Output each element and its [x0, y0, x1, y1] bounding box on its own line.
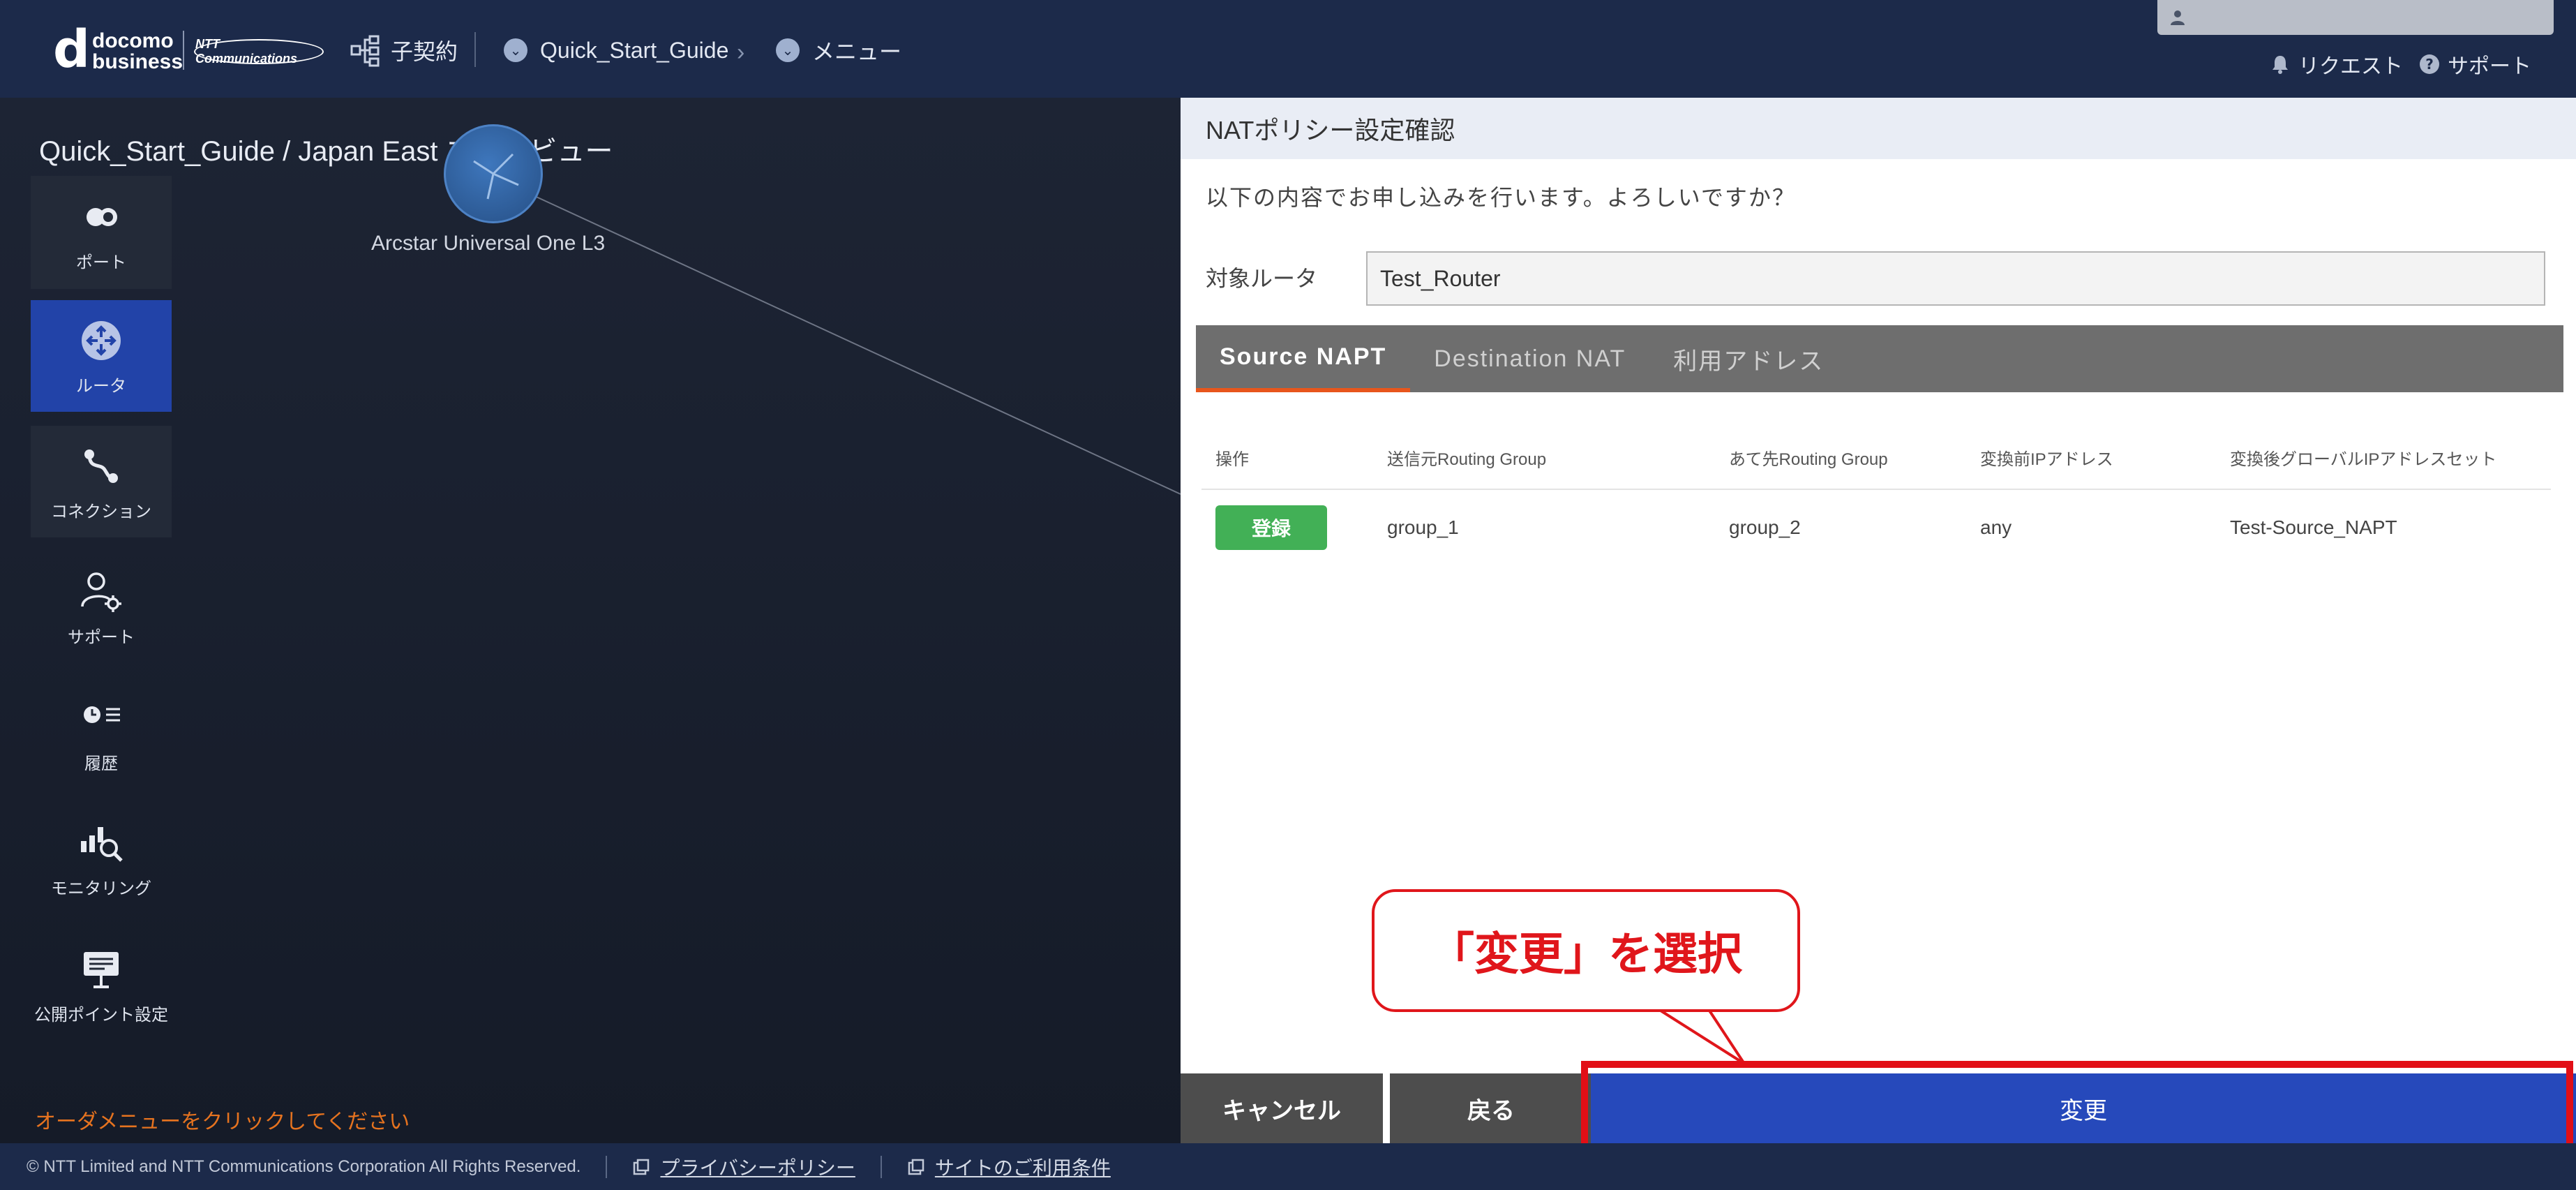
pre-translation-ip: any [1980, 516, 2012, 538]
panel-title: NATポリシー設定確認 [1181, 98, 2576, 159]
area-view-canvas[interactable]: Quick_Start_Guide / Japan East エリアビュー Ar… [0, 98, 1181, 1143]
docomo-business-logo-mark: d [53, 20, 90, 80]
column-header: 送信元Routing Group [1387, 449, 1547, 469]
top-header: d docomo business NTT Communications 子契約… [0, 0, 2576, 98]
breadcrumb-menu[interactable]: ⌄ メニュー [776, 31, 901, 70]
connection-icon [84, 449, 118, 483]
history-icon [84, 706, 120, 723]
sidebar-item-connection[interactable]: コネクション [31, 426, 172, 537]
tab-source-napt[interactable]: Source NAPT [1196, 325, 1411, 392]
contract-tree-icon [350, 35, 380, 67]
port-icon [87, 207, 117, 226]
user-account-box[interactable] [2157, 0, 2554, 35]
sidebar-item-label: 公開ポイント設定 [34, 1005, 168, 1025]
global-ip-address-set: Test-Source_NAPT [2230, 516, 2397, 538]
source-routing-group: group_1 [1387, 516, 1459, 538]
sidebar-item-history[interactable]: 履歴 [31, 681, 172, 786]
copyright-text: © NTT Limited and NTT Communications Cor… [27, 1156, 581, 1176]
column-header: 変換前IPアドレス [1980, 449, 2113, 469]
back-button[interactable]: 戻る [1390, 1073, 1592, 1143]
page-footer: © NTT Limited and NTT Communications Cor… [0, 1143, 2576, 1190]
router-icon [82, 320, 121, 360]
external-link-icon [908, 1159, 924, 1175]
cancel-button[interactable]: キャンセル [1181, 1073, 1383, 1143]
terms-of-use-label: サイトのご利用条件 [934, 1156, 1111, 1179]
confirm-message: 以下の内容でお申し込みを行います。よろしいですか？ [1206, 185, 1796, 210]
monitoring-icon [81, 826, 123, 862]
request-label: リクエスト [2298, 55, 2403, 78]
sidebar-item-label: サポート [68, 627, 135, 647]
chevron-down-icon: ⌄ [504, 38, 527, 62]
header-divider [474, 32, 476, 67]
logo-divider [183, 31, 184, 70]
svg-text:?: ? [2425, 56, 2434, 73]
footer-divider [606, 1155, 608, 1178]
order-menu-hint: オーダメニューをクリックしてください [35, 1110, 410, 1133]
bell-icon [2272, 56, 2288, 74]
sidebar-item-router[interactable]: ルータ [31, 300, 172, 412]
change-button-highlight [1581, 1061, 2573, 1154]
sidebar-item-port[interactable]: ポート [31, 176, 172, 289]
help-icon: ? [2420, 54, 2439, 74]
sidebar-item-support[interactable]: サポート [31, 551, 172, 663]
sidebar-item-label: ポート [76, 253, 126, 272]
target-router-label: 対象ルータ [1206, 266, 1318, 291]
privacy-policy-link[interactable]: プライバシーポリシー [632, 1153, 855, 1181]
public-point-icon [84, 951, 119, 988]
target-router-field: Test_Router [1366, 251, 2545, 306]
user-icon [2171, 10, 2185, 25]
column-header: あて先Routing Group [1729, 449, 1888, 469]
column-header: 操作 [1215, 449, 1249, 469]
ntt-communications-logo: NTT Communications [194, 37, 324, 66]
network-node-icon [473, 153, 519, 200]
sidebar-item-label: モニタリング [51, 879, 151, 898]
footer-divider [880, 1155, 882, 1178]
request-link[interactable]: リクエスト [2269, 49, 2403, 80]
docomo-business-logo: docomo business [92, 29, 184, 73]
column-header: 変換後グローバルIPアドレスセット [2230, 449, 2497, 469]
network-node-label: Arcstar Universal One L3 [371, 232, 606, 255]
breadcrumb-chevron-icon: › [737, 39, 745, 66]
support-link[interactable]: ? サポート [2418, 49, 2531, 80]
sidebar-item-label: ルータ [76, 376, 126, 396]
nat-tabs: Source NAPT Destination NAT 利用アドレス [1196, 325, 2563, 392]
tab-destination-nat[interactable]: Destination NAT [1410, 325, 1649, 392]
sidebar-item-monitoring[interactable]: モニタリング [31, 803, 172, 914]
sidebar-item-label: 履歴 [84, 754, 118, 773]
table-row: 登録 group_1 group_2 any Test-Source_NAPT [1201, 491, 2551, 564]
arcstar-network-node[interactable] [444, 124, 543, 223]
chevron-down-icon: ⌄ [776, 38, 800, 62]
breadcrumb-menu-label: メニュー [812, 39, 902, 64]
terms-of-use-link[interactable]: サイトのご利用条件 [907, 1153, 1111, 1181]
support-icon [81, 572, 121, 612]
support-label: サポート [2448, 55, 2531, 78]
sidebar-item-label: コネクション [51, 502, 151, 521]
contract-label: 子契約 [391, 39, 458, 64]
contract-menu[interactable]: 子契約 [349, 31, 458, 70]
instruction-callout: 「変更」を選択 [1372, 889, 1800, 1012]
register-badge: 登録 [1215, 505, 1327, 550]
breadcrumb-project-label: Quick_Start_Guide [540, 37, 729, 63]
tab-used-addresses[interactable]: 利用アドレス [1649, 325, 1848, 392]
sidebar-item-public-point[interactable]: 公開ポイント設定 [31, 932, 172, 1037]
destination-routing-group: group_2 [1729, 516, 1801, 538]
breadcrumb-project[interactable]: ⌄ Quick_Start_Guide [504, 31, 728, 70]
table-header: 操作 送信元Routing Group あて先Routing Group 変換前… [1201, 426, 2551, 490]
privacy-policy-label: プライバシーポリシー [660, 1156, 855, 1179]
external-link-icon [634, 1159, 650, 1175]
